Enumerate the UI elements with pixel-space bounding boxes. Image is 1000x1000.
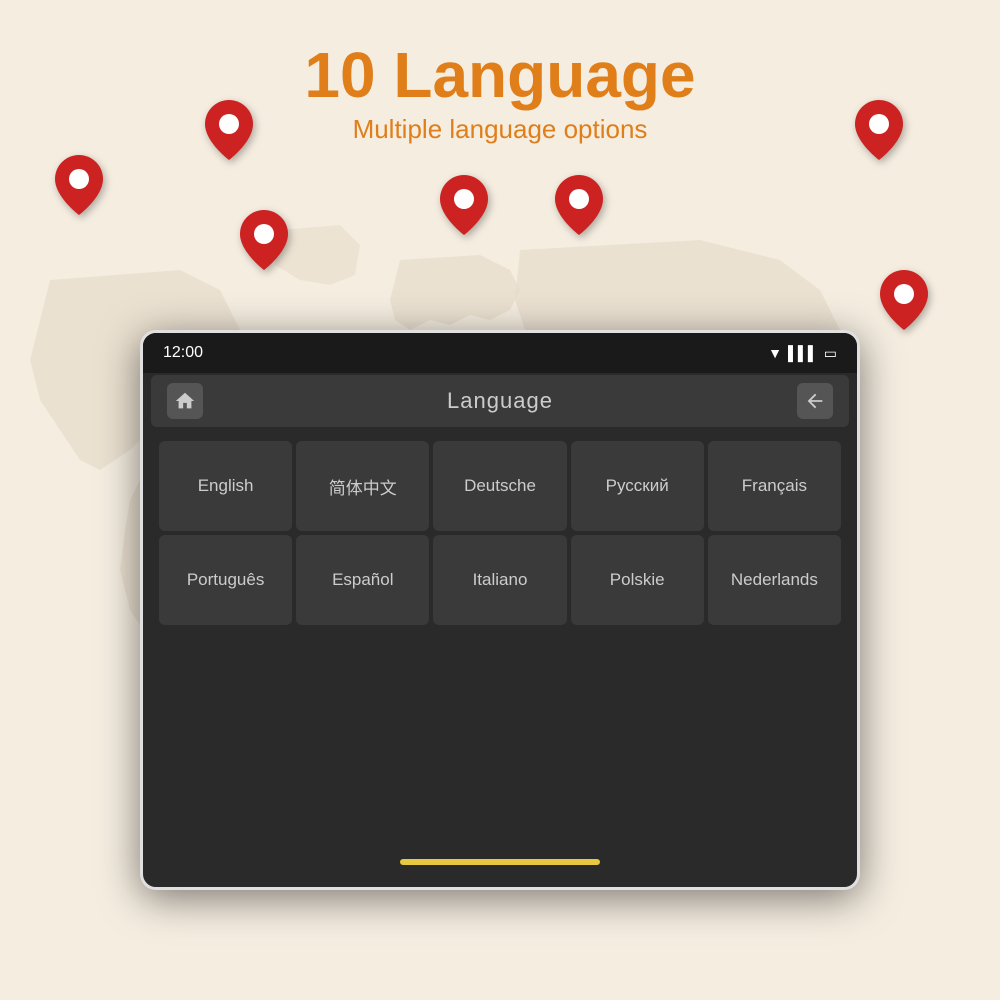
back-button[interactable] [797,383,833,419]
main-title: 10 Language [0,40,1000,110]
map-pin-4 [440,175,488,240]
header-area: 10 Language Multiple language options [0,40,1000,145]
battery-icon: ▭ [824,345,837,362]
lang-btn-polish[interactable]: Polskie [571,535,704,625]
nav-bar: Language [151,375,849,427]
lang-btn-dutch[interactable]: Nederlands [708,535,841,625]
signal-icon: ▌▌▌ [788,345,818,361]
lang-btn-french[interactable]: Français [708,441,841,531]
map-pin-5 [555,175,603,240]
device-frame: 12:00 ▼ ▌▌▌ ▭ Language English 简体中文 Deut… [140,330,860,890]
home-button[interactable] [167,383,203,419]
status-icons: ▼ ▌▌▌ ▭ [768,345,837,362]
language-grid: English 简体中文 Deutsche Русский Français P… [151,433,849,633]
lang-btn-russian[interactable]: Русский [571,441,704,531]
lang-btn-deutsche[interactable]: Deutsche [433,441,566,531]
lang-btn-spanish[interactable]: Español [296,535,429,625]
map-pin-6 [855,100,903,165]
main-subtitle: Multiple language options [0,114,1000,145]
map-pin-3 [240,210,288,275]
nav-title: Language [447,388,553,414]
lang-btn-english[interactable]: English [159,441,292,531]
lang-btn-chinese[interactable]: 简体中文 [296,441,429,531]
bottom-indicator-bar [400,859,600,865]
map-pin-1 [55,155,103,220]
wifi-icon: ▼ [768,345,782,361]
map-pin-2 [205,100,253,165]
lang-btn-italian[interactable]: Italiano [433,535,566,625]
lang-btn-portuguese[interactable]: Português [159,535,292,625]
status-time: 12:00 [163,344,203,362]
map-pin-7 [880,270,928,335]
status-bar: 12:00 ▼ ▌▌▌ ▭ [143,333,857,373]
